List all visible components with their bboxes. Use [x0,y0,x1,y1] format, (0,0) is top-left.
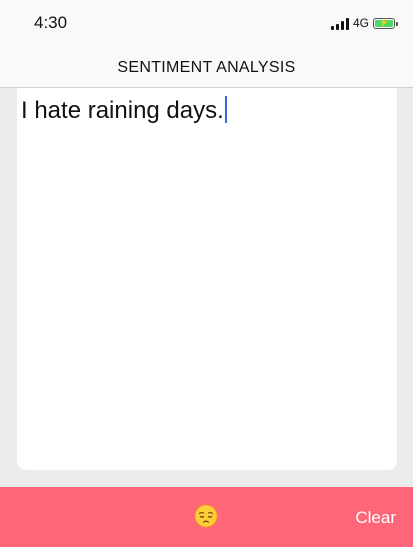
network-type: 4G [352,16,369,30]
text-editor[interactable]: I hate raining days. [17,88,397,470]
navigation-bar: SENTIMENT ANALYSIS [0,48,413,88]
signal-bars-icon [330,17,349,30]
clear-button[interactable]: Clear [355,508,396,528]
text-input-content[interactable]: I hate raining days. [21,97,224,124]
status-bar: 4:30 4G ⚡ [0,0,413,48]
battery-charging-icon: ⚡ [373,17,398,29]
status-time: 4:30 [34,13,68,32]
app-screen: 4:30 4G ⚡ SENTIMENT ANALYSIS I hate rain… [0,0,413,547]
text-caret [224,96,227,123]
pensive-face-emoji-icon [194,504,218,528]
page-title: SENTIMENT ANALYSIS [117,58,296,76]
status-indicators: 4G ⚡ [330,15,398,31]
